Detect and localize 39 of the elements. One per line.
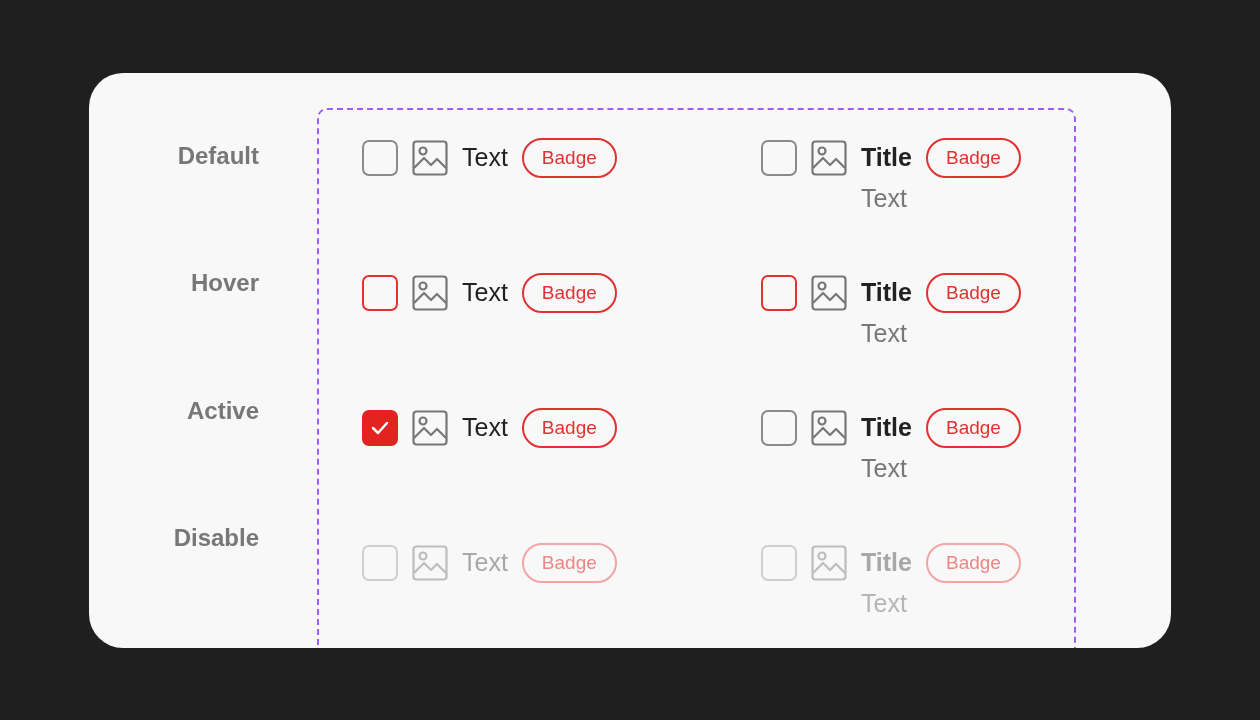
checkbox[interactable] <box>761 409 797 446</box>
state-label: Default <box>177 140 259 171</box>
checkbox[interactable] <box>362 274 398 311</box>
image-icon <box>811 409 847 446</box>
check-icon <box>371 420 389 435</box>
image-icon <box>412 139 448 176</box>
item-title: Title <box>861 143 912 172</box>
badge: Badge <box>521 137 617 178</box>
checkbox[interactable] <box>761 274 797 311</box>
item-text: Text <box>462 413 508 442</box>
item-title: Title <box>861 278 912 307</box>
badge: Badge <box>521 542 617 583</box>
badge: Badge <box>925 407 1021 448</box>
item-subtext: Text <box>861 453 908 483</box>
image-icon <box>412 274 448 311</box>
badge: Badge <box>925 272 1021 313</box>
item-text: Text <box>462 143 508 172</box>
item-title: Title <box>861 413 912 442</box>
image-icon <box>412 544 448 581</box>
checkbox[interactable] <box>362 409 398 446</box>
badge: Badge <box>521 407 617 448</box>
image-icon <box>811 139 847 176</box>
state-label: Disable <box>173 523 259 553</box>
item-subtext: Text <box>861 183 908 213</box>
item-subtext: Text <box>861 588 908 618</box>
state-label: Hover <box>190 268 259 298</box>
checkbox[interactable] <box>761 139 797 176</box>
image-icon <box>412 409 448 446</box>
badge: Badge <box>925 542 1021 583</box>
badge: Badge <box>925 137 1021 178</box>
image-icon <box>811 274 847 311</box>
item-title: Title <box>861 548 912 577</box>
badge: Badge <box>521 272 617 313</box>
item-text: Text <box>462 278 508 307</box>
checkbox[interactable] <box>362 139 398 176</box>
item-subtext: Text <box>861 318 908 348</box>
image-icon <box>811 544 847 581</box>
state-label: Active <box>186 395 259 426</box>
item-text: Text <box>462 548 508 577</box>
